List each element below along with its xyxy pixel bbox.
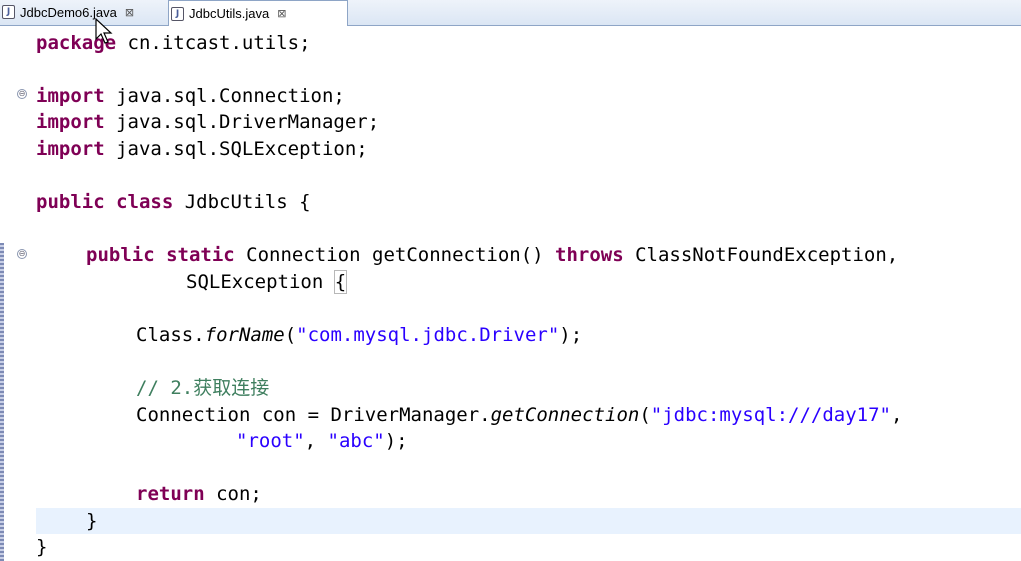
tab-jdbcdemo6[interactable]: J JdbcDemo6.java ⊠: [0, 0, 167, 24]
java-file-icon: J: [171, 6, 184, 21]
code-line-5: import java.sql.SQLException;: [36, 138, 368, 160]
mouse-pointer-icon: [95, 18, 113, 44]
code-line-19: }: [86, 510, 98, 532]
code-line-9: public static Connection getConnection()…: [86, 244, 899, 266]
close-tab-icon[interactable]: ⊠: [277, 7, 286, 20]
ruler-selection-marker: [0, 243, 4, 561]
code-line-20: }: [36, 536, 48, 558]
close-tab-icon[interactable]: ⊠: [125, 6, 134, 19]
code-line-14: // 2.获取连接: [136, 377, 270, 399]
code-line-18: return con;: [136, 483, 262, 505]
tab-label: JdbcUtils.java: [189, 6, 270, 21]
code-line-3: import java.sql.Connection;: [36, 85, 345, 107]
code-line-12: Class.forName("com.mysql.jdbc.Driver");: [136, 324, 583, 346]
java-file-icon: J: [2, 5, 15, 19]
code-editor[interactable]: package cn.itcast.utils; import java.sql…: [36, 26, 1021, 561]
tab-jdbcutils[interactable]: J JdbcUtils.java ⊠: [168, 0, 348, 26]
code-line-16: "root", "abc");: [236, 430, 408, 452]
fold-imports-icon[interactable]: ⊖: [17, 89, 27, 99]
code-line-15: Connection con = DriverManager.getConnec…: [136, 404, 903, 426]
fold-method-icon[interactable]: ⊖: [17, 249, 27, 259]
code-line-7: public class JdbcUtils {: [36, 191, 311, 213]
code-line-4: import java.sql.DriverManager;: [36, 111, 380, 133]
code-line-1: package cn.itcast.utils;: [36, 32, 311, 54]
editor-tab-bar: J JdbcDemo6.java ⊠ J JdbcUtils.java ⊠: [0, 0, 1021, 26]
code-line-10: SQLException {: [186, 270, 348, 294]
